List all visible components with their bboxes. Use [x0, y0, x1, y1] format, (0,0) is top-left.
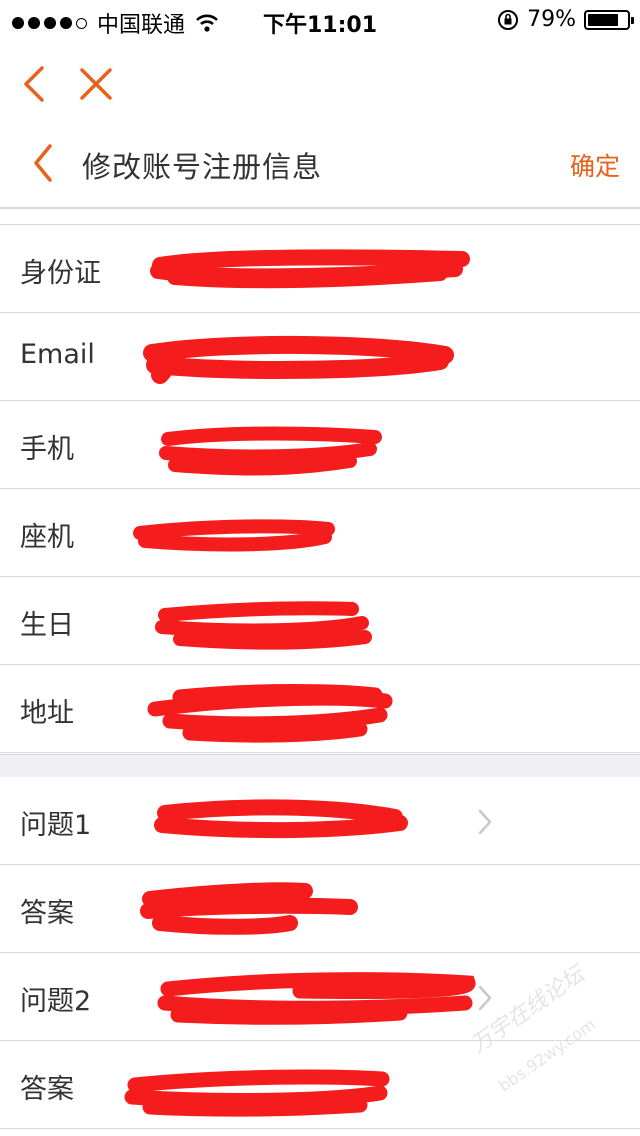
field-label: 座机 [20, 522, 74, 553]
page-title: 修改账号注册信息 [82, 150, 323, 184]
close-icon[interactable] [76, 64, 116, 104]
chevron-right-icon [478, 985, 492, 1011]
chevron-right-icon [478, 809, 492, 835]
chevron-left-icon[interactable] [18, 64, 54, 104]
address-row[interactable]: 地址 [0, 665, 640, 753]
top-nav [0, 60, 640, 110]
redaction-scribble [155, 601, 372, 650]
field-label: 手机 [20, 434, 74, 465]
status-right: 79% [497, 7, 634, 32]
redaction-scribble [159, 426, 382, 476]
question1-row[interactable]: 问题1 [0, 777, 640, 865]
redaction-scribble [157, 972, 476, 1025]
header-divider [0, 207, 640, 209]
answer1-row[interactable]: 答案 [0, 865, 640, 953]
id-card-row[interactable]: 身份证 [0, 225, 640, 313]
field-label: Email [20, 339, 95, 370]
confirm-button[interactable]: 确定 [570, 147, 620, 183]
redaction-scribble [154, 799, 408, 839]
status-bar: 中国联通 下午11:01 79% [0, 0, 640, 40]
field-label: 答案 [20, 1074, 74, 1105]
mobile-row[interactable]: 手机 [0, 401, 640, 489]
field-label: 问题1 [20, 810, 92, 841]
section-gap [0, 754, 640, 778]
email-row[interactable]: Email [0, 313, 640, 401]
redaction-scribble [147, 684, 393, 743]
profile-section: 身份证 Email 手机 座机 生日 地址 [0, 224, 640, 753]
redaction-scribble [140, 882, 358, 935]
security-section: 问题1 答案 问题2 答案 [0, 777, 640, 1129]
field-label: 身份证 [20, 258, 101, 289]
redaction-scribble [143, 335, 454, 384]
redaction-scribble [124, 1069, 390, 1117]
field-label: 问题2 [20, 986, 92, 1017]
question2-row[interactable]: 问题2 [0, 953, 640, 1041]
rotation-lock-icon [498, 9, 519, 30]
field-label: 答案 [20, 898, 74, 929]
battery-icon [584, 9, 634, 30]
redaction-scribble [133, 519, 335, 552]
back-chevron-icon[interactable] [28, 142, 58, 184]
field-label: 地址 [20, 698, 74, 729]
answer2-row[interactable]: 答案 [0, 1041, 640, 1129]
field-label: 生日 [20, 610, 74, 641]
landline-row[interactable]: 座机 [0, 489, 640, 577]
birthday-row[interactable]: 生日 [0, 577, 640, 665]
page-header: 修改账号注册信息 确定 [0, 130, 640, 200]
battery-percent: 79% [527, 7, 576, 32]
